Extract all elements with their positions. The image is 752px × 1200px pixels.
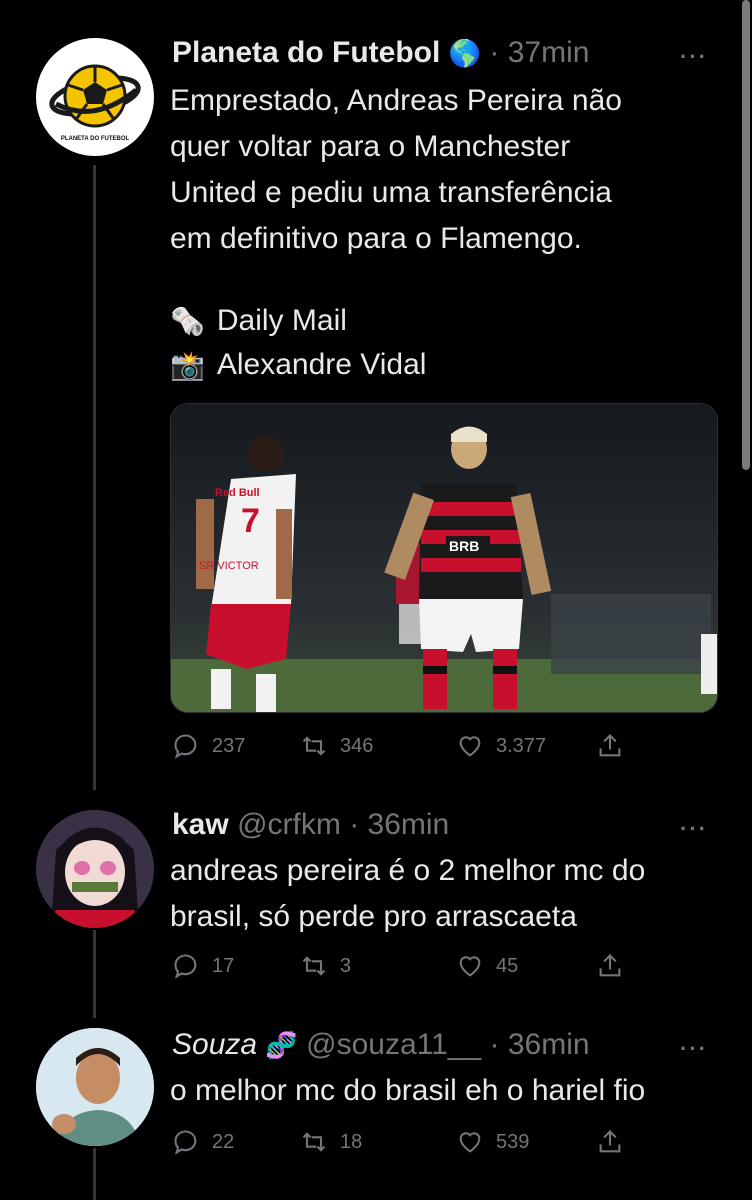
avatar-souza[interactable] xyxy=(36,1028,154,1146)
dna-badge-icon: 🧬 xyxy=(265,1030,298,1060)
thread-line-3 xyxy=(93,1148,96,1200)
like-count: 3.377 xyxy=(496,734,547,757)
reply-button[interactable]: 17 xyxy=(172,952,300,980)
globe-badge-icon: 🌎 xyxy=(448,38,482,68)
shirt-sponsor: BRB xyxy=(449,538,479,554)
like-button[interactable]: 45 xyxy=(456,952,596,980)
tweet-text-line: o melhor mc do brasil eh o hariel fio xyxy=(170,1074,646,1107)
reply-count: 22 xyxy=(212,1130,235,1153)
more-icon[interactable]: ··· xyxy=(680,44,708,70)
tweet-text: andreas pereira é o 2 melhor mc do brasi… xyxy=(170,848,645,940)
share-icon xyxy=(599,954,621,977)
thread-line-2 xyxy=(93,930,96,1018)
reply-count: 17 xyxy=(212,954,235,977)
tweet-text: Emprestado, Andreas Pereira não quer vol… xyxy=(170,78,622,262)
avatar-kaw[interactable] xyxy=(36,810,154,928)
timestamp[interactable]: · 36min xyxy=(349,808,449,841)
tweet-photo[interactable]: 7 Red Bull SR VICTOR BRB xyxy=(170,403,718,713)
display-name[interactable]: kaw xyxy=(172,808,229,841)
credit-photo-text: Alexandre Vidal xyxy=(216,348,427,381)
shirt-brand: Red Bull xyxy=(215,487,260,499)
avatar-planeta-text: PLANETA DO FUTEBOL xyxy=(60,136,130,142)
tweet-header: Souza 🧬 @souza11__ · 36min xyxy=(172,1028,590,1062)
share-button[interactable] xyxy=(596,732,624,760)
reply-button[interactable]: 22 xyxy=(172,1128,300,1156)
anime-avatar-icon xyxy=(36,810,154,928)
tweet-text-line: andreas pereira é o 2 melhor mc do xyxy=(170,854,646,887)
scrollbar[interactable] xyxy=(742,0,750,470)
share-button[interactable] xyxy=(596,952,624,980)
reply-icon xyxy=(174,954,197,979)
like-button[interactable]: 3.377 xyxy=(456,732,596,760)
tweet-text-line: Emprestado, Andreas Pereira não xyxy=(170,84,622,117)
share-icon xyxy=(599,1130,621,1153)
retweet-icon xyxy=(302,1132,326,1152)
like-button[interactable]: 539 xyxy=(456,1128,596,1156)
retweet-button[interactable]: 346 xyxy=(300,732,456,760)
reply-button[interactable]: 237 xyxy=(172,732,300,760)
tweet-header: Planeta do Futebol 🌎 · 37min xyxy=(172,36,589,70)
retweet-count: 346 xyxy=(340,734,374,757)
retweet-icon xyxy=(302,956,326,976)
credit-source: 🗞️ Daily Mail xyxy=(170,304,347,338)
newspaper-icon: 🗞️ xyxy=(170,305,205,337)
like-icon xyxy=(459,1132,481,1153)
retweet-count: 3 xyxy=(340,954,352,977)
tweet-text-line: quer voltar para o Manchester xyxy=(170,130,571,163)
reply-icon xyxy=(174,1130,197,1155)
like-icon xyxy=(459,956,481,977)
timestamp[interactable]: · 37min xyxy=(489,36,589,69)
thread-line-1 xyxy=(93,165,96,790)
timestamp[interactable]: · 36min xyxy=(490,1028,590,1061)
camera-icon: 📸 xyxy=(170,349,205,381)
tweet-text: o melhor mc do brasil eh o hariel fio xyxy=(170,1068,645,1114)
tweet-actions: 22 18 539 xyxy=(172,1128,624,1156)
credit-photo: 📸 Alexandre Vidal xyxy=(170,348,426,382)
more-icon[interactable]: ··· xyxy=(680,1036,708,1062)
retweet-button[interactable]: 3 xyxy=(300,952,456,980)
display-name[interactable]: Souza xyxy=(172,1028,257,1061)
reply-count: 237 xyxy=(212,734,246,757)
handle[interactable]: @crfkm xyxy=(237,808,341,841)
share-button[interactable] xyxy=(596,1128,624,1156)
retweet-button[interactable]: 18 xyxy=(300,1128,456,1156)
person-avatar-icon xyxy=(36,1028,154,1146)
retweet-icon xyxy=(302,736,326,756)
display-name[interactable]: Planeta do Futebol xyxy=(172,36,440,69)
more-icon[interactable]: ··· xyxy=(680,816,708,842)
credit-source-text: Daily Mail xyxy=(216,304,347,337)
tweet-actions: 17 3 45 xyxy=(172,952,624,980)
tweet-text-line: brasil, só perde pro arrascaeta xyxy=(170,900,577,933)
like-count: 45 xyxy=(496,954,519,977)
like-icon xyxy=(459,736,481,757)
retweet-count: 18 xyxy=(340,1130,363,1153)
tweet-text-line: em definitivo para o Flamengo. xyxy=(170,222,582,255)
shirt-name: SR VICTOR xyxy=(199,560,259,572)
shirt-number: 7 xyxy=(241,502,260,540)
tweet-header: kaw @crfkm · 36min xyxy=(172,808,449,842)
avatar-planeta[interactable]: PLANETA DO FUTEBOL xyxy=(36,38,154,156)
football-photo: 7 Red Bull SR VICTOR BRB xyxy=(171,404,717,712)
like-count: 539 xyxy=(496,1130,530,1153)
reply-icon xyxy=(174,734,197,759)
tweet-actions: 237 346 3.377 xyxy=(172,732,624,760)
tweet-text-line: United e pediu uma transferência xyxy=(170,176,612,209)
share-icon xyxy=(599,734,621,757)
handle[interactable]: @souza11__ xyxy=(306,1028,481,1061)
